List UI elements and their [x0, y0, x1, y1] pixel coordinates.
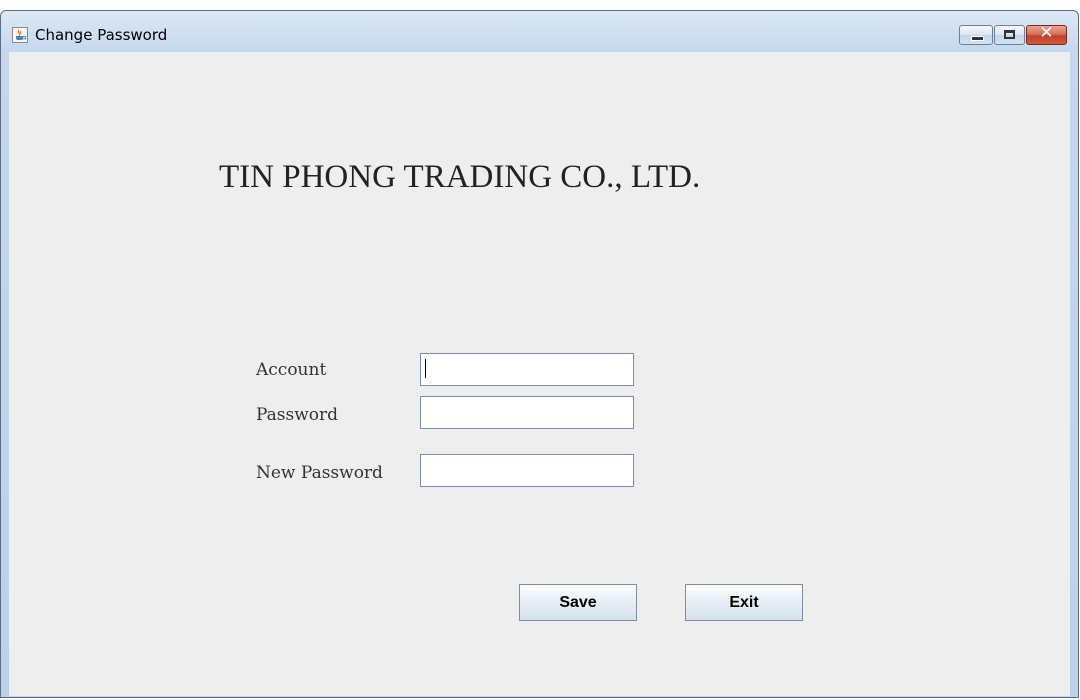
close-icon: ✕	[1039, 23, 1054, 43]
account-input[interactable]	[420, 353, 634, 386]
minimize-icon	[971, 36, 984, 41]
java-cup-icon	[12, 27, 28, 43]
change-password-window: Change Password ✕ TIN PHONG TRADING CO.,…	[0, 10, 1079, 698]
company-title: TIN PHONG TRADING CO., LTD.	[219, 159, 701, 195]
password-label: Password	[256, 405, 339, 425]
maximize-button[interactable]	[994, 25, 1025, 45]
new-password-input[interactable]	[420, 454, 634, 487]
maximize-icon	[1004, 30, 1015, 39]
exit-button[interactable]: Exit	[685, 584, 803, 621]
title-bar[interactable]: Change Password ✕	[1, 11, 1078, 51]
close-button[interactable]: ✕	[1026, 23, 1067, 45]
account-label: Account	[256, 360, 327, 380]
minimize-button[interactable]	[959, 25, 993, 45]
password-input[interactable]	[420, 396, 634, 429]
new-password-label: New Password	[256, 463, 383, 483]
save-button[interactable]: Save	[519, 584, 637, 621]
window-title: Change Password	[35, 26, 168, 44]
text-caret	[425, 359, 426, 378]
content-panel: TIN PHONG TRADING CO., LTD. Account Pass…	[9, 52, 1070, 696]
